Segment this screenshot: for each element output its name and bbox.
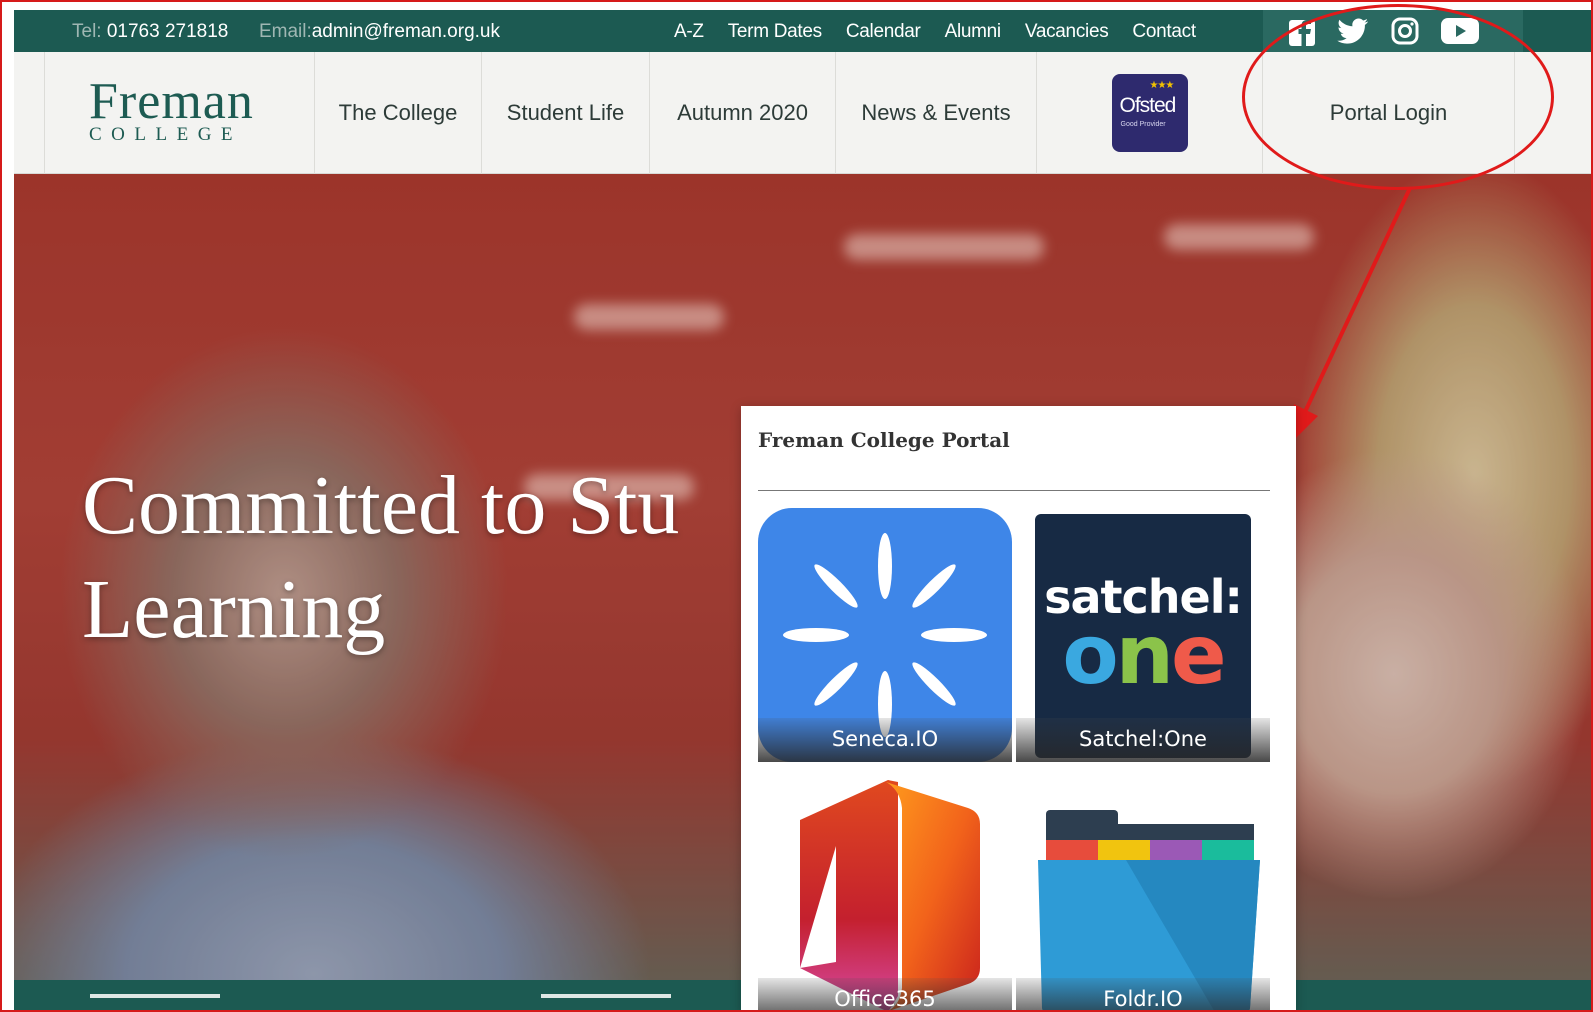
link-alumni[interactable]: Alumni xyxy=(945,21,1002,43)
star-icon: ★★★ xyxy=(1149,80,1175,91)
logo-subtitle: COLLEGE xyxy=(89,124,243,145)
tile-label: Satchel:One xyxy=(1016,718,1270,762)
link-term-dates[interactable]: Term Dates xyxy=(728,21,822,43)
portal-tile-office365[interactable]: Office365 xyxy=(758,768,1012,1010)
hero-heading-line1: Committed to Stu xyxy=(82,459,680,552)
nav-item-label: Autumn 2020 xyxy=(677,100,808,125)
nav-item-news-events[interactable]: News & Events xyxy=(835,52,1036,174)
nav-item-label: News & Events xyxy=(861,100,1011,125)
portal-divider xyxy=(758,490,1270,491)
tile-label: Office365 xyxy=(758,978,1012,1010)
portal-tile-satchel[interactable]: satchel: one Satchel:One xyxy=(1016,508,1270,762)
carousel-tab[interactable] xyxy=(541,994,671,998)
nav-item-autumn-2020[interactable]: Autumn 2020 xyxy=(649,52,835,174)
link-a-z[interactable]: A-Z xyxy=(674,21,704,43)
annotation-ellipse xyxy=(1242,4,1554,190)
nav-item-student-life[interactable]: Student Life xyxy=(481,52,649,174)
office365-logo-icon xyxy=(800,780,980,1010)
tile-label: Seneca.IO xyxy=(758,718,1012,762)
satchel-logo-one: one xyxy=(1016,608,1270,703)
satchel-logo-one-text: one xyxy=(1062,608,1226,703)
carousel-tab[interactable] xyxy=(90,994,220,998)
link-vacancies[interactable]: Vacancies xyxy=(1025,21,1109,43)
tile-label: Foldr.IO xyxy=(1016,978,1270,1010)
portal-tile-foldr[interactable]: Foldr.IO xyxy=(1016,768,1270,1010)
nav-item-the-college[interactable]: The College xyxy=(314,52,481,174)
logo-wordmark: Freman xyxy=(89,73,254,130)
utility-links: A-Z Term Dates Calendar Alumni Vacancies… xyxy=(674,21,1196,43)
hero-heading-line2: Learning xyxy=(82,563,386,656)
tel-number[interactable]: 01763 271818 xyxy=(107,21,229,42)
hero-heading: Committed to Stu Learning xyxy=(82,454,679,662)
portal-tile-seneca[interactable]: Seneca.IO xyxy=(758,508,1012,762)
ofsted-title: Ofsted xyxy=(1119,94,1177,117)
college-logo[interactable]: Freman COLLEGE xyxy=(44,52,314,174)
ofsted-logo: ★★★ Ofsted Good Provider xyxy=(1111,74,1188,152)
screenshot-frame: Tel: 01763 271818 Email:admin@freman.org… xyxy=(0,0,1593,1012)
hero-background-detail xyxy=(844,234,1044,260)
hero-background-detail xyxy=(574,304,724,330)
portal-popup: Freman College Portal Seneca.IO satchel:… xyxy=(741,406,1296,1010)
nav-item-label: Student Life xyxy=(506,100,625,125)
portal-title: Freman College Portal xyxy=(758,428,1010,452)
link-calendar[interactable]: Calendar xyxy=(846,21,921,43)
email-link[interactable]: admin@freman.org.uk xyxy=(312,21,500,42)
nav-item-label: The College xyxy=(338,100,458,125)
annotation-arrow xyxy=(1290,187,1412,444)
email-label: Email: xyxy=(258,21,312,42)
link-contact[interactable]: Contact xyxy=(1132,21,1196,43)
tel-label: Tel: xyxy=(72,21,102,42)
contact-info: Tel: 01763 271818 Email:admin@freman.org… xyxy=(72,21,500,43)
ofsted-subtitle: Good Provider xyxy=(1120,121,1166,128)
ofsted-badge-link[interactable]: ★★★ Ofsted Good Provider xyxy=(1036,52,1262,174)
foldr-folder-icon xyxy=(1038,810,1260,1010)
